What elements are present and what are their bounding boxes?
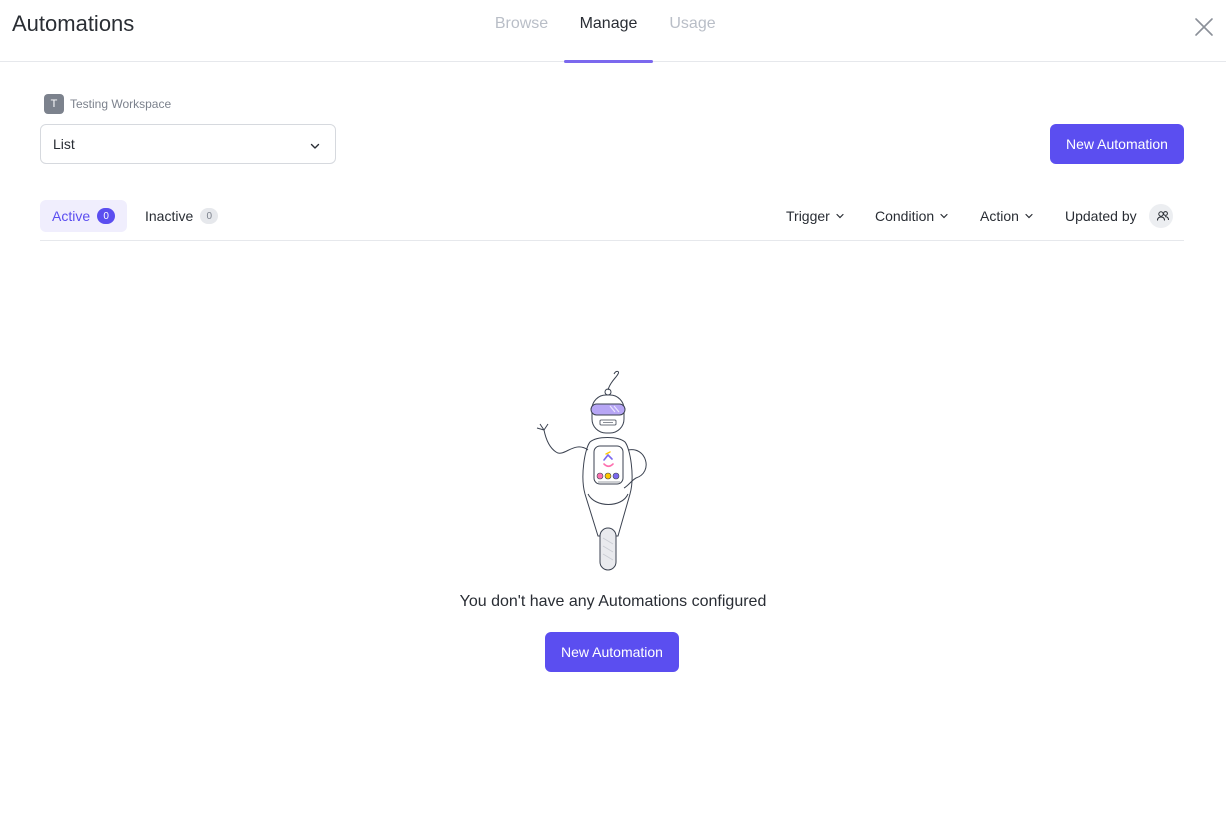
empty-state-message: You don't have any Automations configure… [459,593,767,610]
action-filter[interactable]: Action [980,200,1034,232]
condition-filter[interactable]: Condition [875,200,949,232]
workspace-name: Testing Workspace [70,97,172,111]
status-tab-active[interactable]: Active 0 [40,200,128,232]
close-icon[interactable] [1193,16,1215,38]
location-select-value: List [53,136,75,152]
status-tab-inactive[interactable]: Inactive 0 [133,200,230,232]
trigger-filter[interactable]: Trigger [786,200,845,232]
tab-browse[interactable]: Browse [486,0,557,62]
location-select[interactable]: List [40,124,336,164]
status-tab-label: Active [52,208,91,224]
top-tabs: Browse Manage Usage [0,0,1226,63]
status-tab-label: Inactive [145,208,194,224]
updated-by-filter-label: Updated by [1065,208,1137,224]
header-bar: Automations Browse Manage Usage [0,0,1226,63]
new-automation-button[interactable]: New Automation [1050,124,1184,164]
updated-by-filter[interactable]: Updated by [1065,200,1173,232]
count-badge: 0 [97,208,116,224]
chevron-down-icon [309,139,321,155]
tab-manage[interactable]: Manage [564,0,653,63]
trigger-filter-label: Trigger [786,208,830,224]
condition-filter-label: Condition [875,208,935,224]
workspace-label: T Testing Workspace [44,94,171,114]
chevron-down-icon [1025,213,1033,219]
chevron-down-icon [836,213,844,219]
count-badge: 0 [200,208,219,224]
action-filter-label: Action [980,208,1019,224]
workspace-avatar: T [44,94,64,114]
empty-new-automation-button[interactable]: New Automation [545,632,679,672]
users-icon [1148,204,1173,228]
chevron-down-icon [940,213,948,219]
filter-bar: Active 0 Inactive 0 Trigger Condition Ac… [40,198,1184,241]
robot-illustration [536,370,647,571]
tab-usage[interactable]: Usage [661,0,724,62]
